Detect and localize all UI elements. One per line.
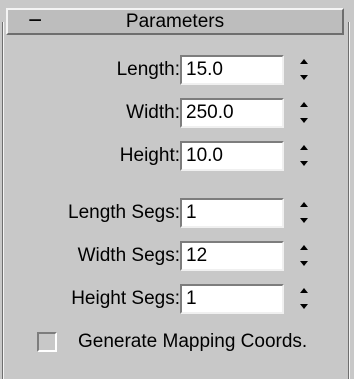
spinner-up-icon[interactable] bbox=[296, 284, 312, 299]
width-spinner[interactable] bbox=[296, 98, 312, 128]
height-segs-input[interactable] bbox=[180, 284, 284, 314]
length-label: Length: bbox=[116, 59, 180, 80]
height-input[interactable] bbox=[180, 141, 284, 171]
length-segs-label: Length Segs: bbox=[68, 202, 180, 223]
generate-mapping-coords-label[interactable]: Generate Mapping Coords. bbox=[78, 328, 307, 356]
height-segs-spinner[interactable] bbox=[296, 284, 312, 314]
rollout-header-parameters[interactable]: − Parameters bbox=[6, 7, 344, 35]
spinner-up-icon[interactable] bbox=[296, 98, 312, 113]
length-segs-spinner[interactable] bbox=[296, 198, 312, 228]
width-segs-input[interactable] bbox=[180, 241, 284, 271]
width-segs-label: Width Segs: bbox=[77, 245, 180, 266]
length-input[interactable] bbox=[180, 55, 284, 85]
height-label: Height: bbox=[119, 145, 180, 166]
length-spinner[interactable] bbox=[296, 55, 312, 85]
field-row-width: Width: bbox=[0, 96, 354, 130]
spinner-down-icon[interactable] bbox=[296, 156, 312, 171]
height-spinner[interactable] bbox=[296, 141, 312, 171]
length-segs-input[interactable] bbox=[180, 198, 284, 228]
field-row-length-segs: Length Segs: bbox=[0, 196, 354, 230]
spinner-down-icon[interactable] bbox=[296, 113, 312, 128]
spinner-up-icon[interactable] bbox=[296, 198, 312, 213]
field-row-height: Height: bbox=[0, 139, 354, 173]
spinner-up-icon[interactable] bbox=[296, 241, 312, 256]
width-label: Width: bbox=[126, 102, 180, 123]
spinner-down-icon[interactable] bbox=[296, 213, 312, 228]
width-input[interactable] bbox=[180, 98, 284, 128]
spinner-down-icon[interactable] bbox=[296, 70, 312, 85]
spinner-up-icon[interactable] bbox=[296, 55, 312, 70]
height-segs-label: Height Segs: bbox=[71, 288, 180, 309]
width-segs-spinner[interactable] bbox=[296, 241, 312, 271]
rollout-title: Parameters bbox=[125, 11, 225, 32]
field-row-width-segs: Width Segs: bbox=[0, 239, 354, 273]
spinner-up-icon[interactable] bbox=[296, 141, 312, 156]
field-row-height-segs: Height Segs: bbox=[0, 282, 354, 316]
generate-mapping-coords-checkbox[interactable] bbox=[37, 332, 57, 352]
spinner-down-icon[interactable] bbox=[296, 256, 312, 271]
spinner-down-icon[interactable] bbox=[296, 299, 312, 314]
field-row-length: Length: bbox=[0, 53, 354, 87]
